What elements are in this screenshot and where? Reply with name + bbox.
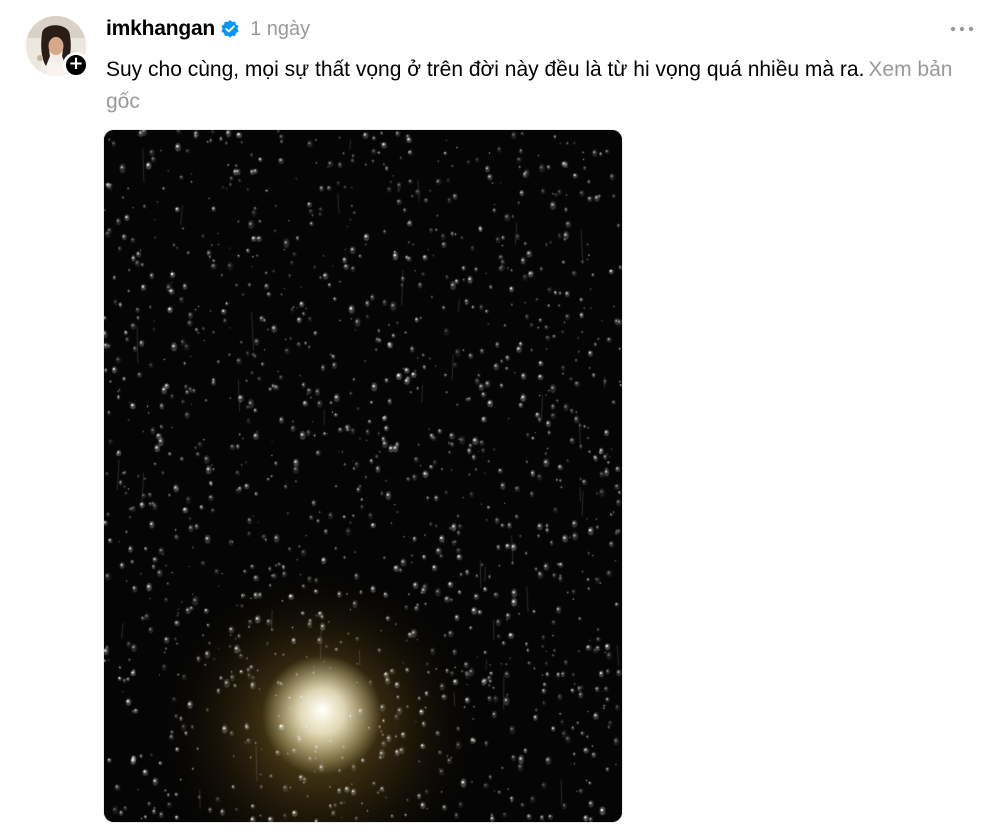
thread-post: + imkhangan 1 ngày Suy cho cùng, mọi sự … — [0, 0, 1000, 840]
post-timestamp[interactable]: 1 ngày — [250, 18, 310, 41]
more-options-button[interactable] — [944, 14, 980, 44]
author-avatar-link[interactable]: + — [26, 16, 89, 78]
post-image[interactable] — [104, 130, 622, 822]
post-header: imkhangan 1 ngày — [106, 14, 310, 44]
author-username[interactable]: imkhangan — [106, 17, 215, 41]
follow-button[interactable]: + — [63, 52, 89, 78]
verified-badge-icon — [220, 19, 240, 39]
post-caption: Suy cho cùng, mọi sự thất vọng ở trên đờ… — [106, 58, 865, 81]
post-body: Suy cho cùng, mọi sự thất vọng ở trên đờ… — [106, 54, 966, 118]
raindrops-photo — [104, 130, 622, 822]
plus-icon: + — [68, 53, 84, 74]
more-horizontal-icon — [950, 26, 974, 32]
